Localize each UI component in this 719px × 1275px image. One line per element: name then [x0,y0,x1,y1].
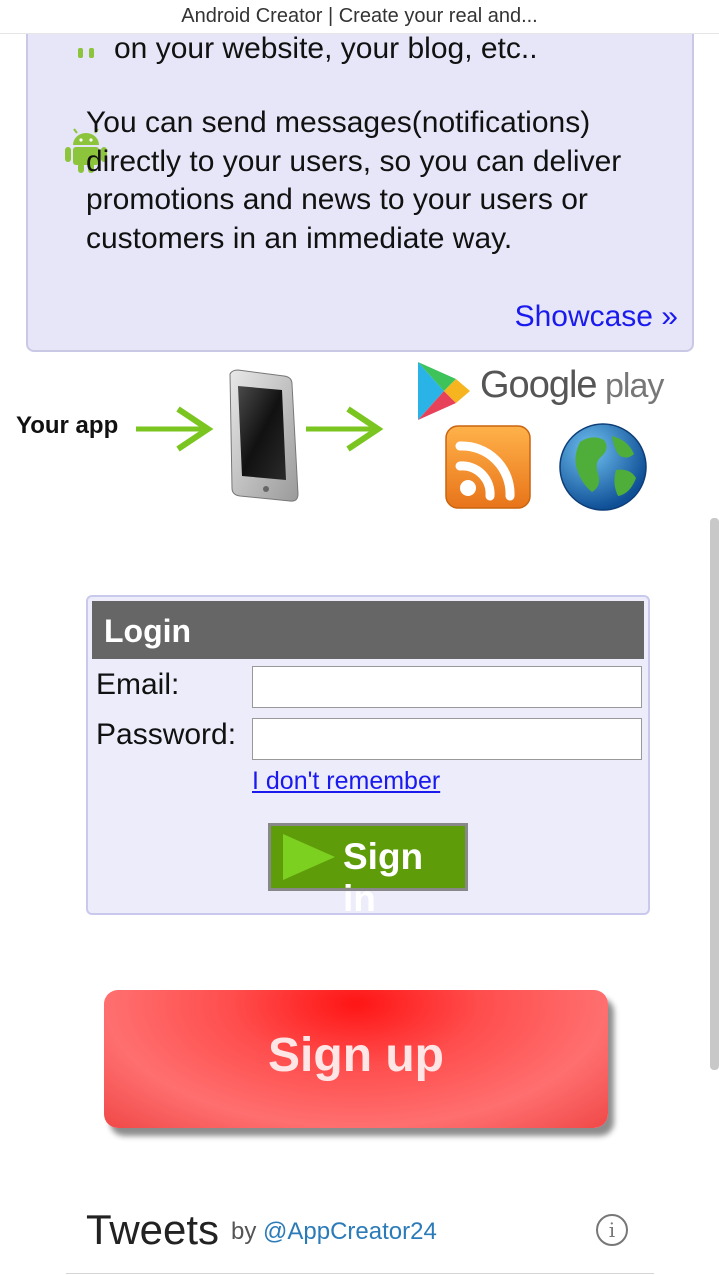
email-label: Email: [96,668,180,701]
password-label: Password: [96,718,237,751]
password-field[interactable] [252,718,642,760]
globe-icon [559,423,647,511]
showcase-link[interactable]: Showcase » [515,300,678,334]
login-panel: Login Email: Password: I don't remember … [86,595,650,919]
email-field[interactable] [252,666,642,708]
tweets-header: Tweets by @AppCreator24 i [66,1196,654,1274]
login-header: Login [92,601,644,659]
tweets-byline: by @AppCreator24 [231,1218,437,1245]
your-app-label: Your app [16,412,119,439]
sign-in-button[interactable]: Sign in [268,823,468,919]
forgot-password-link[interactable]: I don't remember [252,767,440,796]
features-panel: on your website, your blog, etc.. You ca… [26,20,694,352]
browser-title-bar: Android Creator | Create your real and..… [0,0,719,34]
rss-icon [445,425,531,509]
sign-up-label: Sign up [268,1029,444,1082]
page-title: Android Creator | Create your real and..… [181,5,538,27]
arrow-right-icon [306,406,384,452]
page-scrollbar[interactable] [710,518,719,1070]
android-icon [78,48,94,58]
twitter-handle-link[interactable]: @AppCreator24 [263,1218,437,1245]
feature-text-embed: on your website, your blog, etc.. [114,32,538,65]
google-play-label: Google play [480,364,664,406]
arrow-right-icon [136,406,214,452]
feature-text-notifications: You can send messages(notifications) dir… [86,106,622,255]
google-play-icon [418,362,470,420]
phone-icon [229,369,299,502]
info-icon[interactable]: i [596,1214,628,1246]
promo-graphic: Your app Google play [0,356,719,516]
login-title: Login [104,613,192,649]
sign-up-button[interactable]: Sign up [104,990,608,1128]
tweets-title: Tweets [86,1206,220,1253]
play-icon [283,834,335,880]
sign-in-label: Sign in [343,836,424,919]
